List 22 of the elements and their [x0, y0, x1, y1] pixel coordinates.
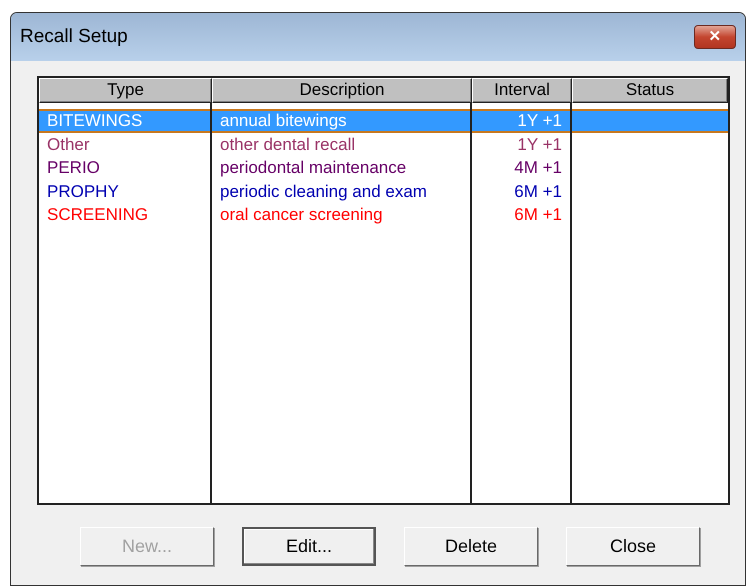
- table-cell[interactable]: PERIO: [39, 156, 210, 180]
- column-header[interactable]: Interval: [472, 78, 572, 103]
- table-cell[interactable]: 6M +1: [472, 180, 570, 203]
- dialog-button[interactable]: Delete: [404, 527, 538, 566]
- table-cell[interactable]: periodic cleaning and exam: [212, 180, 470, 203]
- table-cell[interactable]: 1Y +1: [472, 132, 570, 156]
- selection-highlight[interactable]: [572, 109, 728, 132]
- column-header[interactable]: Type: [39, 78, 212, 103]
- table-cell[interactable]: Other: [39, 132, 210, 156]
- table-cell[interactable]: periodontal maintenance: [212, 156, 470, 180]
- close-button[interactable]: ✕: [694, 25, 736, 49]
- dialog-button[interactable]: Close: [566, 527, 700, 566]
- column-header[interactable]: Description: [212, 78, 472, 103]
- table-cell[interactable]: SCREENING: [39, 203, 210, 226]
- dialog-button[interactable]: Edit...: [242, 527, 376, 566]
- table-cell[interactable]: 4M +1: [472, 156, 570, 180]
- table-cell[interactable]: 6M +1: [472, 203, 570, 226]
- window-title: Recall Setup: [20, 24, 128, 49]
- column-header[interactable]: Status: [572, 78, 728, 103]
- table-cell[interactable]: other dental recall: [212, 132, 470, 156]
- table-cell[interactable]: PROPHY: [39, 180, 210, 203]
- table-cell[interactable]: oral cancer screening: [212, 203, 470, 226]
